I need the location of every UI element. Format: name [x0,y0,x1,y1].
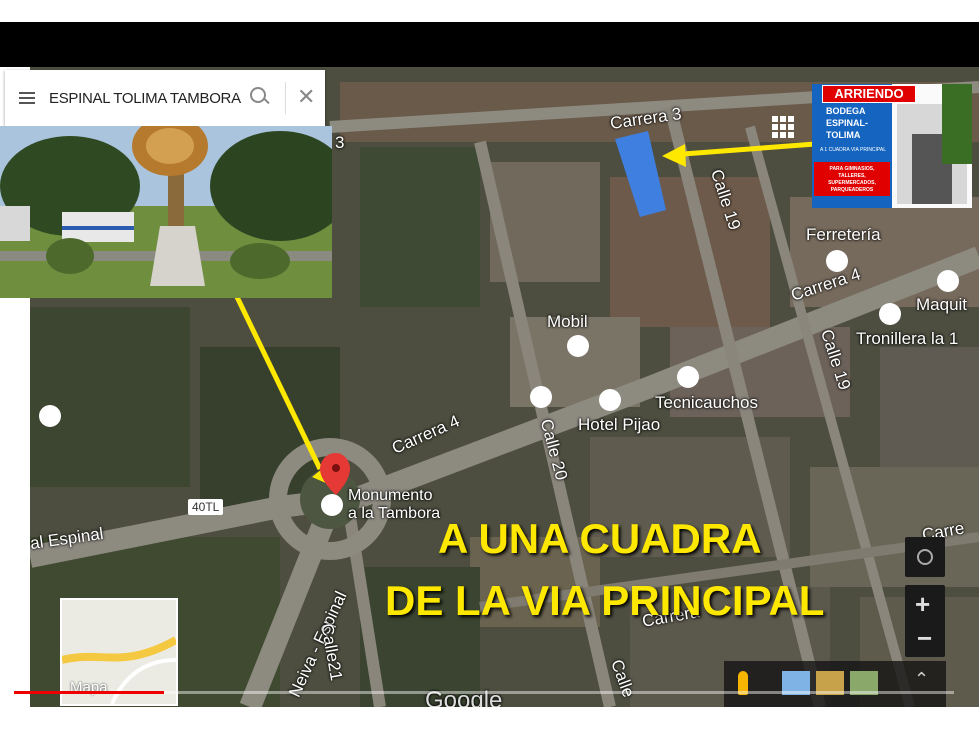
target-icon [917,549,933,565]
place-tecnicauchos[interactable]: Tecnicauchos [655,393,758,413]
search-divider [285,82,286,114]
advert-header: ARRIENDO [822,85,916,103]
advert-small1: A 1 CUADRA VIA PRINCIPAL [819,147,887,153]
zoom-out-icon[interactable]: − [917,623,932,654]
place-ferreteria[interactable]: Ferretería [806,225,881,245]
street-view-photo[interactable] [0,126,332,298]
search-box[interactable]: ESPINAL TOLIMA TAMBORA ✕ [5,70,325,126]
place-maquit[interactable]: Maquit [916,295,967,315]
close-icon[interactable]: ✕ [297,84,315,110]
imagery-strip: ⌃ [724,661,946,707]
zoom-controls: + − [905,585,945,657]
video-progress-played [14,691,165,694]
place-monumento-line1[interactable]: Monumento [348,487,433,505]
zoom-in-icon[interactable]: + [915,589,930,620]
advert-line2: ESPINAL- [826,118,869,128]
google-watermark: Google [425,687,503,707]
expand-up-icon[interactable]: ⌃ [914,669,929,690]
place-hotel-pijao[interactable]: Hotel Pijao [578,415,660,435]
video-top-bar [0,22,979,67]
overlay-line1: A UNA CUADRA [438,515,762,562]
place-mobil[interactable]: Mobil [547,312,588,332]
search-icon-handle [263,97,270,105]
advert-line3: TOLIMA [826,130,861,140]
map-type-toggle[interactable]: Mapa [60,598,178,706]
street-number-3: 3 [335,133,345,152]
monument-photo [0,126,332,298]
place-tronillera[interactable]: Tronillera la 1 [856,329,958,349]
route-badge: 40TL [188,499,224,515]
overlay-line2: DE LA VIA PRINCIPAL [385,577,825,624]
search-icon[interactable] [250,87,266,103]
place-monumento-line2[interactable]: a la Tambora [348,505,440,523]
menu-icon[interactable] [19,89,35,107]
search-query[interactable]: ESPINAL TOLIMA TAMBORA [49,90,241,107]
advert-line1: BODEGA [826,106,866,116]
rental-advert[interactable]: ARRIENDO BODEGA ESPINAL- TOLIMA A 1 CUAD… [812,84,972,208]
location-button[interactable] [905,537,945,577]
advert-small2: PARA GIMNASIOS, TALLERES, SUPERMERCADOS,… [828,166,876,193]
